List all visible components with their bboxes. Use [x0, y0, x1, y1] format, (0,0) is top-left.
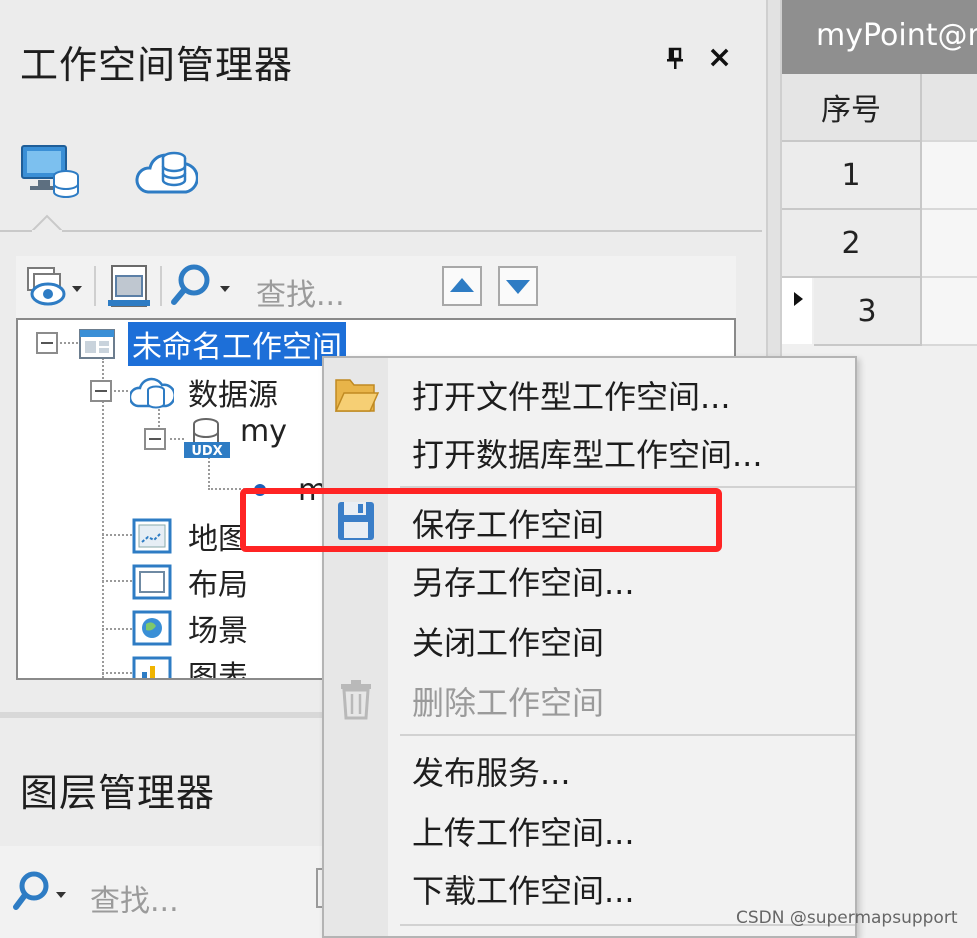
trash-icon — [341, 680, 371, 720]
layer-search-input[interactable]: 查找... — [90, 876, 179, 920]
move-down-icon[interactable] — [498, 266, 538, 306]
watermark-text: CSDN @supermapsupport — [736, 908, 958, 928]
menu-item-label: 另存工作空间... — [412, 564, 635, 602]
current-row-indicator-icon — [794, 292, 803, 306]
menu-item-delete-workspace: 删除工作空间 — [324, 670, 855, 728]
menu-item-label: 打开数据库型工作空间... — [412, 436, 763, 474]
tree-item-label: 布局 — [188, 568, 248, 603]
table-cell[interactable] — [922, 278, 977, 346]
table-cell[interactable] — [922, 210, 977, 278]
layer-manager-title: 图层管理器 — [20, 771, 216, 815]
tree-connector — [102, 534, 132, 536]
menu-item-save-workspace-as[interactable]: 另存工作空间... — [324, 550, 855, 608]
tree-item-label: my — [240, 413, 287, 449]
menu-item-close-workspace[interactable]: 关闭工作空间 — [324, 610, 855, 668]
tree-item-layouts[interactable]: 布局 — [130, 560, 248, 604]
active-tab-pointer — [32, 214, 62, 232]
cloud-database-icon[interactable] — [134, 140, 198, 202]
menu-item-label: 打开文件型工作空间... — [412, 378, 731, 416]
row-number: 3 — [857, 293, 877, 329]
tree-item-label: 场景 — [188, 614, 248, 649]
tree-connector — [114, 390, 128, 392]
local-workspace-icon[interactable] — [18, 140, 82, 202]
menu-separator — [400, 734, 855, 736]
chart-icon — [132, 656, 172, 678]
tree-item-label: 未命名工作空间 — [128, 322, 346, 366]
table-row-header[interactable]: 1 — [782, 142, 922, 210]
menu-item-open-database-workspace[interactable]: 打开数据库型工作空间... — [324, 422, 855, 480]
menu-item-label: 下载工作空间... — [412, 872, 635, 910]
tree-item-workspace[interactable]: 未命名工作空间 — [78, 322, 346, 366]
menu-item-label: 关闭工作空间 — [412, 624, 605, 662]
tree-item-charts[interactable]: 图表 — [130, 652, 248, 680]
toolbar-separator — [94, 266, 96, 306]
menu-item-upload-workspace[interactable]: 上传工作空间... — [324, 800, 855, 858]
tree-item-label: 地图 — [188, 522, 248, 557]
column-header[interactable] — [922, 74, 977, 142]
column-header-index[interactable]: 序号 — [782, 74, 922, 142]
menu-item-label: 上传工作空间... — [412, 814, 635, 852]
row-number: 1 — [841, 157, 861, 193]
svg-text:UDX: UDX — [191, 444, 222, 459]
tab-divider — [0, 230, 762, 232]
table-row-header[interactable]: 3 — [814, 278, 922, 346]
datasource-icon — [130, 377, 174, 409]
layout-icon — [132, 564, 172, 600]
tree-item-datasources[interactable]: 数据源 — [130, 370, 278, 414]
folder-open-icon — [334, 379, 380, 412]
table-row-header[interactable]: 2 — [782, 210, 922, 278]
tree-connector — [102, 358, 104, 678]
tree-item-label: 数据源 — [188, 378, 278, 413]
menu-item-open-file-workspace[interactable]: 打开文件型工作空间... — [324, 364, 855, 422]
tree-connector — [102, 672, 132, 674]
workspace-icon — [79, 329, 115, 359]
toolbar-separator — [160, 266, 162, 306]
udbx-datasource-icon: UDX — [184, 418, 230, 459]
menu-item-label: 发布服务... — [412, 754, 571, 792]
pin-icon[interactable] — [664, 46, 686, 70]
workspace-toolbar: 查找... — [16, 256, 736, 318]
table-cell[interactable] — [922, 142, 977, 210]
row-number: 2 — [841, 225, 861, 261]
collapse-toggle[interactable] — [90, 380, 112, 402]
menu-item-publish-service[interactable]: 发布服务... — [324, 740, 855, 798]
attribute-table-tab[interactable]: myPoint@my — [782, 0, 977, 74]
search-icon[interactable] — [168, 262, 238, 310]
tab-label: myPoint@my — [816, 18, 977, 53]
collapse-toggle[interactable] — [144, 428, 166, 450]
tree-connector — [102, 580, 132, 582]
header-label: 序号 — [821, 93, 881, 128]
collapse-toggle[interactable] — [36, 332, 58, 354]
search-icon[interactable] — [10, 870, 70, 914]
view-mode-icon[interactable] — [22, 262, 88, 310]
move-up-icon[interactable] — [442, 266, 482, 306]
tree-item-scenes[interactable]: 场景 — [130, 606, 248, 650]
workspace-manager-title: 工作空间管理器 — [20, 43, 294, 87]
tree-item-label: 图表 — [188, 660, 248, 680]
row-marker-column — [782, 278, 812, 344]
tree-item-datasource-my[interactable]: UDX my — [182, 413, 287, 460]
highlight-annotation-box — [240, 488, 722, 552]
scene-icon — [132, 610, 172, 646]
tree-connector — [102, 628, 132, 630]
close-icon[interactable]: × — [707, 43, 732, 73]
workspace-search-input[interactable]: 查找... — [256, 270, 345, 314]
tree-item-maps[interactable]: 地图 — [130, 514, 248, 558]
workspace-context-menu: 打开文件型工作空间... 打开数据库型工作空间... 保存工作空间 另存工作空间… — [322, 356, 857, 938]
open-map-icon[interactable] — [104, 262, 154, 310]
menu-item-label: 删除工作空间 — [412, 684, 605, 722]
map-icon — [132, 518, 172, 554]
